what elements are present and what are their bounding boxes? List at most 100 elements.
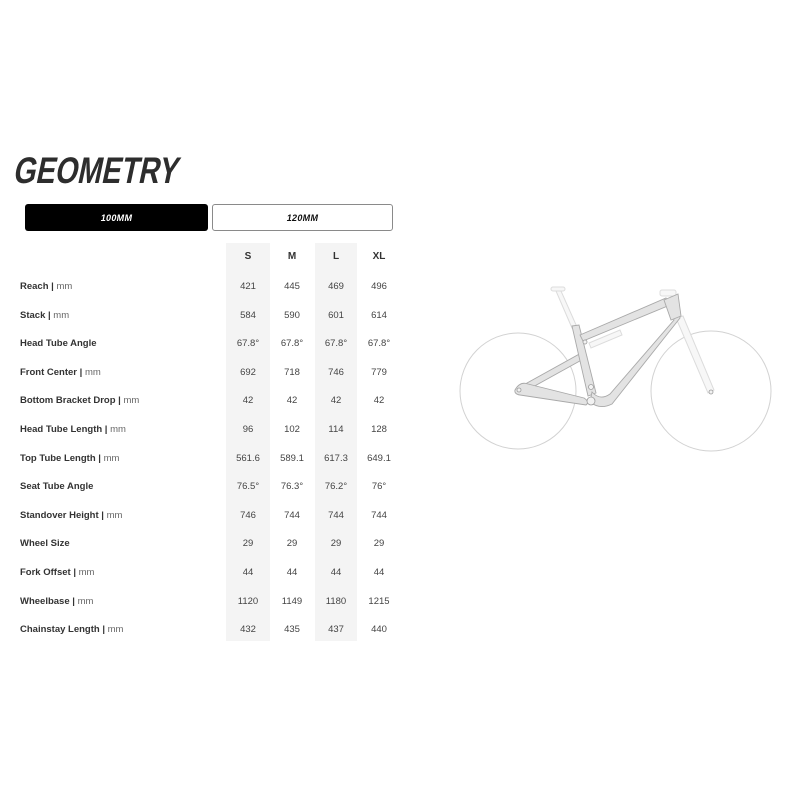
table-cell-xl: 29	[373, 538, 385, 550]
row-label: Top Tube Length | mm	[20, 453, 119, 464]
row-label: Seat Tube Angle	[20, 481, 93, 492]
table-cell-l: 29	[330, 538, 342, 550]
table-cell-l: 1180	[325, 595, 347, 607]
table-cell-s: 44	[242, 567, 254, 578]
table-cell-s: 76.5°	[236, 481, 260, 493]
table-cell-xl: 614	[371, 309, 387, 321]
row-unit: mm	[123, 395, 140, 407]
table-cell-s: 746	[240, 509, 256, 521]
row-label-name: Fork Offset	[20, 567, 71, 578]
table-cell-l: 44	[330, 567, 342, 578]
row-unit: mm	[103, 452, 120, 464]
table-cell-s: 584	[240, 309, 256, 321]
unit-separator: |	[98, 509, 107, 521]
table-cell-s: 692	[240, 366, 256, 378]
row-label-name: Stack	[20, 309, 46, 321]
table-cell-m: 102	[284, 424, 300, 435]
table-cell-s: 67.8°	[236, 338, 260, 350]
table-cell-xl: 67.8°	[367, 338, 391, 350]
row-label: Head Tube Length | mm	[20, 424, 126, 435]
row-label-name: Wheelbase	[20, 595, 70, 607]
table-cell-xl: 42	[373, 395, 385, 407]
row-label-name: Top Tube Length	[20, 452, 96, 464]
table-cell-s: 29	[242, 538, 254, 550]
table-cell-l: 746	[328, 366, 344, 378]
table-cell-m: 42	[286, 395, 298, 407]
column-l-shade	[315, 243, 357, 641]
table-cell-xl: 496	[371, 281, 387, 292]
row-label-name: Seat Tube Angle	[20, 481, 94, 493]
top-tube	[579, 297, 671, 342]
shock-mount	[582, 339, 588, 345]
table-cell-m: 435	[284, 624, 300, 636]
row-label: Wheel Size	[20, 538, 70, 549]
table-cell-m: 590	[284, 309, 300, 321]
row-label: Fork Offset | mm	[20, 567, 94, 578]
bike-illustration	[459, 286, 772, 452]
unit-separator: |	[99, 624, 108, 636]
unit-separator: |	[95, 452, 104, 464]
table-cell-l: 469	[328, 281, 344, 292]
unit-separator: |	[69, 595, 78, 607]
row-unit: mm	[107, 624, 124, 636]
size-header-s: S	[244, 251, 252, 262]
table-cell-l: 67.8°	[324, 338, 348, 350]
table-cell-m: 718	[284, 366, 300, 378]
table-cell-l: 601	[328, 309, 344, 321]
row-label: Front Center | mm	[20, 367, 101, 378]
row-unit: mm	[53, 309, 70, 321]
row-unit: mm	[84, 366, 101, 378]
table-cell-xl: 440	[371, 624, 387, 636]
tab-100mm-label: 100MM	[100, 212, 133, 223]
table-cell-s: 96	[242, 424, 254, 435]
row-label: Wheelbase | mm	[20, 596, 93, 607]
row-label-name: Wheel Size	[20, 538, 70, 550]
table-cell-xl: 76°	[371, 481, 387, 493]
table-cell-s: 1120	[237, 595, 259, 607]
rear-hub	[516, 387, 522, 393]
main-pivot	[588, 384, 594, 390]
table-cell-m: 29	[286, 538, 298, 550]
chainstay	[514, 382, 589, 406]
table-cell-xl: 128	[371, 424, 387, 435]
bottom-bracket	[586, 396, 596, 406]
column-s-shade	[226, 243, 270, 641]
row-label-name: Head Tube Angle	[20, 338, 97, 350]
tab-120mm[interactable]: 120MM	[212, 204, 393, 231]
table-cell-xl: 1215	[368, 595, 390, 607]
head-tube	[663, 293, 682, 321]
seatpost	[555, 290, 578, 329]
row-label: Reach | mm	[20, 281, 72, 292]
unit-separator: |	[70, 567, 79, 578]
row-label-name: Front Center	[20, 366, 77, 378]
row-label: Head Tube Angle	[20, 338, 97, 349]
table-cell-m: 67.8°	[280, 338, 304, 350]
unit-separator: |	[77, 366, 85, 378]
table-cell-m: 744	[284, 509, 300, 521]
unit-separator: |	[102, 424, 111, 435]
table-cell-m: 1149	[281, 595, 303, 607]
row-unit: mm	[106, 509, 123, 521]
table-cell-l: 437	[328, 624, 344, 636]
table-cell-s: 42	[242, 395, 254, 407]
row-label-name: Head Tube Length	[20, 424, 103, 435]
tab-100mm[interactable]: 100MM	[25, 204, 208, 231]
size-header-xl: XL	[372, 251, 386, 262]
table-cell-l: 76.2°	[324, 481, 348, 493]
table-cell-m: 76.3°	[280, 481, 304, 493]
size-header-l: L	[332, 251, 340, 262]
row-label-name: Bottom Bracket Drop	[20, 395, 116, 407]
table-cell-s: 421	[240, 281, 256, 292]
row-unit: mm	[56, 281, 73, 292]
row-label-name: Standover Height	[20, 509, 99, 521]
row-label-name: Reach	[20, 281, 49, 292]
table-cell-xl: 779	[371, 366, 387, 378]
table-cell-m: 589.1	[280, 452, 304, 464]
table-cell-s: 432	[240, 624, 256, 636]
page-title: GEOMETRY	[10, 150, 184, 191]
row-unit: mm	[77, 595, 94, 607]
table-cell-l: 617.3	[324, 452, 348, 464]
table-cell-m: 44	[286, 567, 298, 578]
table-cell-l: 114	[328, 424, 344, 435]
row-label: Stack | mm	[20, 310, 69, 321]
